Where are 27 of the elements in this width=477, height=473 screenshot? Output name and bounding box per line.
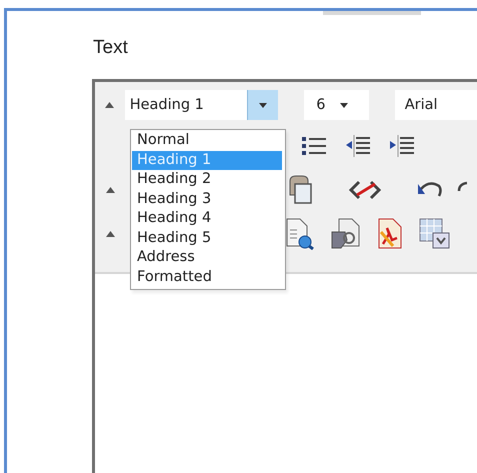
caret-icon — [340, 102, 348, 108]
source-code-icon[interactable] — [349, 179, 381, 201]
select-all-icon[interactable] — [419, 218, 451, 250]
menu-item[interactable]: Heading 4 — [132, 209, 282, 228]
caret-icon — [259, 102, 268, 108]
rich-text-editor[interactable]: Heading 1 6 Arial Normal Heading 1 Heading 2 Heading 3 Heading 4 Heading 5 Address Formatted — [92, 79, 477, 473]
collapse-icon[interactable] — [106, 231, 114, 237]
collapse-icon[interactable] — [106, 187, 114, 193]
pdf-icon[interactable] — [377, 218, 403, 250]
document-icon[interactable] — [331, 218, 361, 250]
menu-item[interactable]: Formatted — [132, 268, 282, 287]
menu-item[interactable]: Heading 5 — [132, 228, 282, 248]
bullet-list-icon[interactable] — [300, 135, 328, 157]
collapse-icon[interactable] — [105, 102, 114, 108]
style-dropdown[interactable]: Heading 1 — [124, 90, 278, 120]
dropdown-button[interactable] — [247, 90, 278, 120]
menu-item[interactable]: Heading 3 — [132, 190, 282, 209]
preview-icon[interactable] — [285, 218, 315, 250]
menu-item[interactable]: Address — [132, 248, 282, 268]
section-label: Text — [93, 37, 128, 59]
menu-item[interactable]: Normal — [132, 131, 282, 150]
paste-icon[interactable] — [287, 175, 313, 205]
menu-item[interactable]: Heading 2 — [132, 170, 282, 190]
font-size-dropdown[interactable]: 6 — [304, 90, 369, 120]
indent-icon[interactable] — [388, 134, 416, 158]
outdent-icon[interactable] — [344, 134, 372, 158]
font-dropdown[interactable]: Arial — [394, 90, 477, 120]
